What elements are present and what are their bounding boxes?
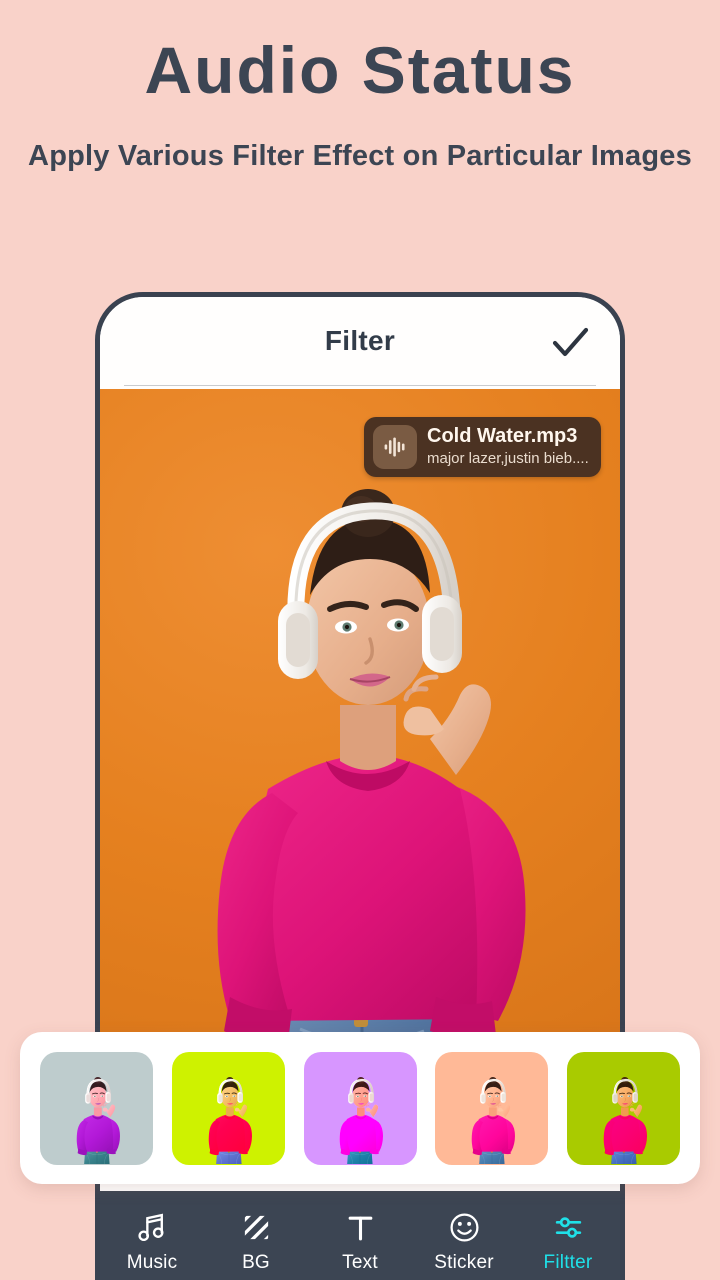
filter-strip [20,1032,700,1184]
filter-preview-figure [76,1076,120,1165]
music-metadata: Cold Water.mp3 major lazer,justin bieb..… [427,425,589,469]
check-icon [552,327,589,357]
app-header: Filter [100,297,620,389]
header-divider [124,385,596,386]
photo-canvas[interactable]: Cold Water.mp3 major lazer,justin bieb..… [100,389,620,1113]
filter-thumbnail-peach[interactable] [435,1051,549,1165]
nav-label-sticker: Sticker [434,1252,494,1273]
smiley-face-icon [412,1208,516,1246]
portrait-photo [217,489,526,1113]
promo-header: Audio Status Apply Various Filter Effect… [0,0,720,177]
nav-label-text: Text [342,1252,378,1273]
filter-preview-figure [603,1076,647,1165]
sliders-icon [516,1208,620,1246]
text-t-icon [308,1208,412,1246]
filter-preview-figure [208,1076,252,1165]
filter-thumbnail-olive[interactable] [567,1051,680,1165]
nav-item-music[interactable]: Music [100,1204,204,1274]
filter-preview-image [567,1051,680,1165]
filter-thumbnail-grey[interactable] [40,1051,153,1165]
filter-preview-image [303,1051,417,1165]
page-title: Audio Status [144,33,576,107]
music-thumbnail [373,425,417,469]
hatch-square-icon [204,1208,308,1246]
page-subtitle: Apply Various Filter Effect on Particula… [28,139,692,172]
filter-preview-image [435,1051,549,1165]
filter-thumbnail-yellow[interactable] [171,1051,285,1165]
nav-item-text[interactable]: Text [308,1204,412,1274]
filter-preview-image [171,1051,285,1165]
nav-item-filter[interactable]: Filtter [516,1204,620,1274]
filter-thumbnail-violet[interactable] [303,1051,417,1165]
music-overlay-card[interactable]: Cold Water.mp3 major lazer,justin bieb..… [364,417,601,477]
app-title: Filter [324,325,396,356]
confirm-check-button[interactable] [548,321,592,365]
music-note-icon [100,1208,204,1246]
nav-label-filter: Filtter [543,1252,593,1273]
audio-waveform-icon [384,437,405,457]
filter-preview-figure [471,1076,515,1165]
filter-preview-figure [339,1076,384,1165]
nav-label-music: Music [126,1252,178,1273]
nav-label-bg: BG [242,1252,270,1273]
nav-item-bg[interactable]: BG [204,1204,308,1274]
bottom-navigation: Music BG Text Sticker Filtter [100,1191,620,1280]
nav-item-sticker[interactable]: Sticker [412,1204,516,1274]
track-name: Cold Water.mp3 [427,425,578,448]
track-artist: major lazer,justin bieb.... [427,450,589,468]
filter-preview-image [40,1051,153,1165]
